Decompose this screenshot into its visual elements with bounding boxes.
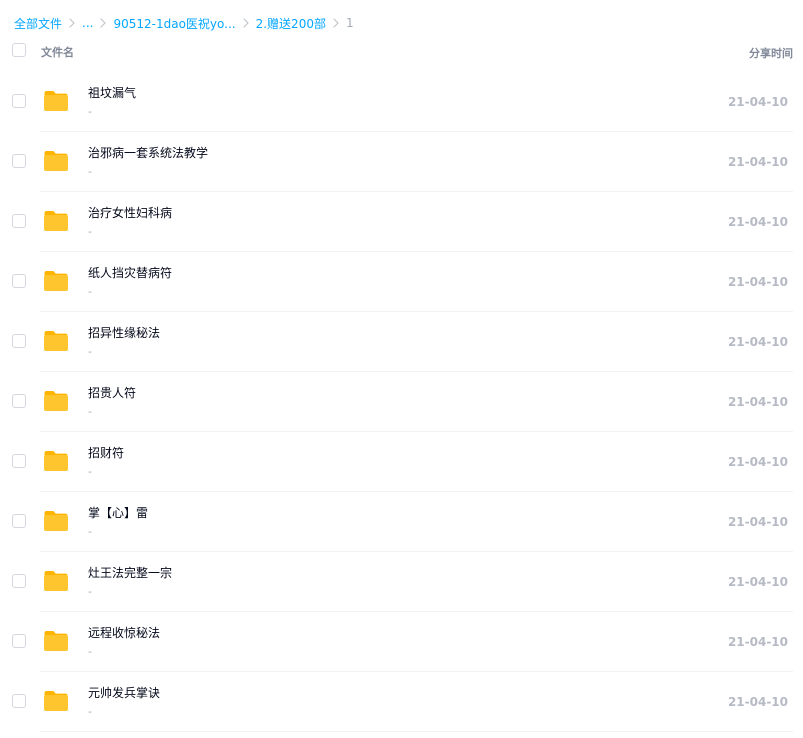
folder-icon [43, 90, 69, 112]
share-time: 21-04-10 [727, 95, 788, 109]
row-checkbox[interactable] [12, 634, 26, 648]
chevron-right-icon [62, 18, 82, 28]
share-time: 21-04-10 [727, 575, 788, 589]
row-divider [40, 731, 793, 732]
file-subtitle: - [88, 405, 92, 418]
file-row[interactable]: 招财符 - 21-04-10 [0, 432, 803, 492]
folder-icon [43, 690, 69, 712]
select-all-checkbox[interactable] [12, 43, 26, 57]
file-name[interactable]: 招贵人符 [88, 384, 136, 401]
file-list: 祖坟漏气 - 21-04-10 治邪病一套系统法教学 - 21-04-10 治疗女性妇科病 -… [0, 72, 803, 732]
share-time: 21-04-10 [727, 155, 788, 169]
file-name[interactable]: 纸人挡灾替病符 [88, 264, 172, 281]
file-row[interactable]: 招贵人符 - 21-04-10 [0, 372, 803, 432]
list-header: 文件名 分享时间 [0, 40, 803, 64]
column-header-share-time[interactable]: 分享时间 [749, 45, 793, 61]
row-checkbox[interactable] [12, 574, 26, 588]
file-name[interactable]: 掌【心】雷 [88, 504, 148, 521]
file-row[interactable]: 掌【心】雷 - 21-04-10 [0, 492, 803, 552]
file-row[interactable]: 远程收惊秘法 - 21-04-10 [0, 612, 803, 672]
file-subtitle: - [88, 165, 92, 178]
folder-icon [43, 270, 69, 292]
row-checkbox[interactable] [12, 334, 26, 348]
breadcrumb: 全部文件... 90512-1dao医祝yo... 2.赠送200部 1 [14, 13, 354, 33]
row-checkbox[interactable] [12, 694, 26, 708]
folder-icon [43, 150, 69, 172]
file-name[interactable]: 远程收惊秘法 [88, 624, 160, 641]
row-checkbox[interactable] [12, 154, 26, 168]
file-name[interactable]: 灶王法完整一宗 [88, 564, 172, 581]
file-row[interactable]: 元帅发兵掌诀 - 21-04-10 [0, 672, 803, 732]
file-name[interactable]: 招财符 [88, 444, 124, 461]
folder-icon [43, 570, 69, 592]
share-time: 21-04-10 [727, 335, 788, 349]
file-name[interactable]: 治疗女性妇科病 [88, 204, 172, 221]
chevron-right-icon [326, 18, 346, 28]
row-checkbox[interactable] [12, 214, 26, 228]
file-name[interactable]: 元帅发兵掌诀 [88, 684, 160, 701]
share-time: 21-04-10 [727, 515, 788, 529]
file-subtitle: - [88, 525, 92, 538]
file-subtitle: - [88, 345, 92, 358]
folder-icon [43, 450, 69, 472]
share-time: 21-04-10 [727, 275, 788, 289]
breadcrumb-link[interactable]: 全部文件 [14, 15, 62, 32]
share-time: 21-04-10 [727, 395, 788, 409]
folder-icon [43, 510, 69, 532]
row-checkbox[interactable] [12, 274, 26, 288]
file-name[interactable]: 治邪病一套系统法教学 [88, 144, 208, 161]
chevron-right-icon [236, 18, 256, 28]
column-header-filename[interactable]: 文件名 [41, 44, 74, 60]
file-row[interactable]: 纸人挡灾替病符 - 21-04-10 [0, 252, 803, 312]
breadcrumb-link[interactable]: ... [82, 16, 93, 30]
folder-icon [43, 390, 69, 412]
file-name[interactable]: 招异性缘秘法 [88, 324, 160, 341]
row-checkbox[interactable] [12, 94, 26, 108]
row-checkbox[interactable] [12, 454, 26, 468]
breadcrumb-link[interactable]: 90512-1dao医祝yo... [113, 15, 235, 32]
file-row[interactable]: 祖坟漏气 - 21-04-10 [0, 72, 803, 132]
file-row[interactable]: 招异性缘秘法 - 21-04-10 [0, 312, 803, 372]
share-time: 21-04-10 [727, 455, 788, 469]
file-subtitle: - [88, 285, 92, 298]
file-subtitle: - [88, 705, 92, 718]
file-subtitle: - [88, 465, 92, 478]
row-checkbox[interactable] [12, 394, 26, 408]
breadcrumb-link[interactable]: 2.赠送200部 [256, 15, 326, 32]
chevron-right-icon [93, 18, 113, 28]
file-name[interactable]: 祖坟漏气 [88, 84, 136, 101]
row-checkbox[interactable] [12, 514, 26, 528]
folder-icon [43, 330, 69, 352]
file-subtitle: - [88, 225, 92, 238]
file-subtitle: - [88, 105, 92, 118]
file-row[interactable]: 灶王法完整一宗 - 21-04-10 [0, 552, 803, 612]
share-time: 21-04-10 [727, 215, 788, 229]
breadcrumb-current: 1 [345, 16, 354, 30]
file-subtitle: - [88, 585, 92, 598]
folder-icon [43, 210, 69, 232]
share-time: 21-04-10 [727, 695, 788, 709]
folder-icon [43, 630, 69, 652]
share-time: 21-04-10 [727, 635, 788, 649]
file-row[interactable]: 治疗女性妇科病 - 21-04-10 [0, 192, 803, 252]
file-row[interactable]: 治邪病一套系统法教学 - 21-04-10 [0, 132, 803, 192]
file-subtitle: - [88, 645, 92, 658]
